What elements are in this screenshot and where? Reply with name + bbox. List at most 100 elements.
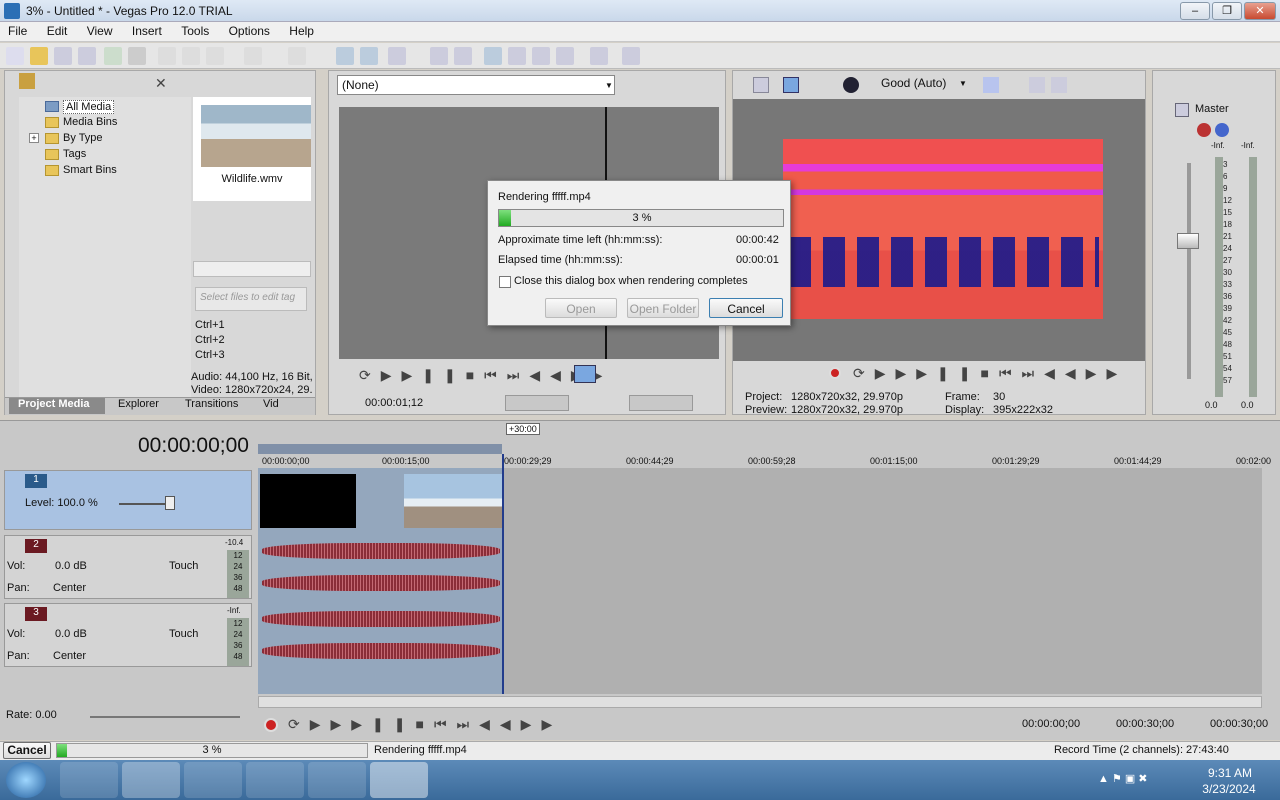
tray-icons[interactable]: ▲ ⚑ ▣ ✖ <box>1098 772 1148 785</box>
master-fader[interactable] <box>1177 233 1199 249</box>
save-as-icon[interactable] <box>78 47 96 65</box>
internet-explorer-taskbar-icon[interactable] <box>60 762 118 798</box>
vegas-taskbar-icon[interactable] <box>370 762 428 798</box>
close-when-done-checkbox[interactable] <box>499 276 511 288</box>
tab-project-media[interactable]: Project Media <box>18 398 90 410</box>
copy-snapshot-icon[interactable] <box>1029 77 1045 93</box>
media-info-video: Video: 1280x720x24, 29. <box>191 384 313 396</box>
redo-icon[interactable] <box>288 47 306 65</box>
start-button[interactable] <box>6 762 46 798</box>
minimize-button[interactable]: – <box>1180 2 1210 20</box>
open-icon[interactable] <box>30 47 48 65</box>
meter-tick: 48 <box>233 652 243 661</box>
audio-waveform[interactable] <box>262 543 500 559</box>
h-scrollbar[interactable] <box>193 261 311 277</box>
audio-waveform[interactable] <box>262 643 500 659</box>
undo-icon[interactable] <box>244 47 262 65</box>
tab-explorer[interactable]: Explorer <box>118 398 159 410</box>
paste-icon[interactable] <box>206 47 224 65</box>
master-fx-icon[interactable] <box>1197 123 1211 137</box>
maximize-button[interactable]: ❐ <box>1212 2 1242 20</box>
menu-insert[interactable]: Insert <box>124 22 170 38</box>
split-screen-icon[interactable] <box>843 77 859 93</box>
video-track-header[interactable]: 1 Level: 100.0 % <box>4 470 252 530</box>
new-icon[interactable] <box>6 47 24 65</box>
properties-icon[interactable] <box>128 47 146 65</box>
lock-envelopes-icon[interactable] <box>454 47 472 65</box>
copy-icon[interactable] <box>182 47 200 65</box>
tab-video-fx[interactable]: Vid <box>263 398 279 410</box>
master-mute-icon[interactable] <box>1215 123 1229 137</box>
menu-edit[interactable]: Edit <box>39 22 76 38</box>
firefox-taskbar-icon[interactable] <box>122 762 180 798</box>
explorer-taskbar-icon[interactable] <box>246 762 304 798</box>
rate-slider[interactable] <box>90 716 240 718</box>
auto-ripple-icon[interactable] <box>430 47 448 65</box>
level-slider-thumb[interactable] <box>165 496 175 510</box>
app-taskbar-icon[interactable] <box>184 762 242 798</box>
master-properties-icon[interactable] <box>1175 103 1189 117</box>
tag-search-input[interactable]: Select files to edit tag <box>195 287 307 311</box>
zoom-tool-icon[interactable] <box>556 47 574 65</box>
tree-all-media[interactable]: All Media <box>63 100 115 114</box>
trim-mode-icon[interactable] <box>574 365 596 383</box>
automation-mode[interactable]: Touch <box>169 560 198 572</box>
audio-waveform[interactable] <box>262 575 500 591</box>
ignore-grouping-icon[interactable] <box>484 47 502 65</box>
normal-edit-tool-icon[interactable] <box>336 47 354 65</box>
cancel-render-button[interactable]: Cancel <box>709 298 783 318</box>
preview-properties-icon[interactable] <box>753 77 769 93</box>
status-cancel-button[interactable]: Cancel <box>3 742 51 759</box>
menu-file[interactable]: File <box>0 22 35 38</box>
tab-transitions[interactable]: Transitions <box>185 398 238 410</box>
render-icon[interactable] <box>104 47 122 65</box>
media-player-taskbar-icon[interactable] <box>308 762 366 798</box>
overlays-icon[interactable] <box>983 77 999 93</box>
tree-by-type[interactable]: By Type <box>63 132 103 144</box>
open-button[interactable]: Open <box>545 298 617 318</box>
selection-length[interactable]: 00:00:30;00 <box>1210 718 1268 730</box>
tree-tags[interactable]: Tags <box>63 148 86 160</box>
cut-icon[interactable] <box>158 47 176 65</box>
preview-transport-icons[interactable]: ⟳▶▶▶❚❚■⏮⏭◀◀▶▶ <box>853 365 1127 382</box>
menu-help[interactable]: Help <box>281 22 322 38</box>
trimmer-source-select[interactable]: (None) <box>337 75 615 95</box>
plugin-manager-icon[interactable] <box>590 47 608 65</box>
audio-track-2-header[interactable]: 2 Vol: 0.0 dB Pan: Center Touch -10.4 12… <box>4 535 252 599</box>
selection-tool-icon[interactable] <box>532 47 550 65</box>
save-icon[interactable] <box>54 47 72 65</box>
import-media-icon[interactable] <box>19 73 35 89</box>
audio-waveform[interactable] <box>262 611 500 627</box>
whats-this-icon[interactable] <box>622 47 640 65</box>
close-button[interactable]: ✕ <box>1244 2 1276 20</box>
expand-icon[interactable]: + <box>29 133 39 143</box>
record-icon[interactable] <box>829 367 841 379</box>
audio-track-3-header[interactable]: 3 Vol: 0.0 dB Pan: Center Touch -Inf. 12… <box>4 603 252 667</box>
video-clip-thumbnail[interactable] <box>404 474 502 528</box>
selection-end[interactable]: 00:00:30;00 <box>1116 718 1174 730</box>
external-monitor-icon[interactable] <box>783 77 799 93</box>
timeline-h-scrollbar[interactable] <box>258 696 1262 708</box>
clock-date[interactable]: 3/23/2024 <box>1196 782 1262 796</box>
media-thumbnail-card[interactable]: Wildlife.wmv <box>193 97 311 201</box>
menu-tools[interactable]: Tools <box>173 22 217 38</box>
video-clip-black[interactable] <box>260 474 356 528</box>
tree-media-bins[interactable]: Media Bins <box>63 116 117 128</box>
tree-smart-bins[interactable]: Smart Bins <box>63 164 117 176</box>
record-icon[interactable] <box>264 718 278 732</box>
loop-region-bar[interactable] <box>258 444 502 454</box>
remove-icon[interactable]: ✕ <box>155 75 169 91</box>
save-snapshot-icon[interactable] <box>1051 77 1067 93</box>
menu-options[interactable]: Options <box>221 22 278 38</box>
clock-time[interactable]: 9:31 AM <box>1200 766 1260 780</box>
snapping-icon[interactable] <box>388 47 406 65</box>
automation-mode[interactable]: Touch <box>169 628 198 640</box>
pan-label: Pan: <box>7 650 30 662</box>
auto-crossfade-icon[interactable] <box>508 47 526 65</box>
selection-start[interactable]: 00:00:00;00 <box>1022 718 1080 730</box>
preview-quality-select[interactable]: Good (Auto) <box>881 76 946 90</box>
envelope-tool-icon[interactable] <box>360 47 378 65</box>
timeline-transport-icons[interactable]: ⟳▶▶▶❚❚■⏮⏭◀◀▶▶ <box>288 716 562 733</box>
open-folder-button[interactable]: Open Folder <box>627 298 699 318</box>
menu-view[interactable]: View <box>79 22 121 38</box>
